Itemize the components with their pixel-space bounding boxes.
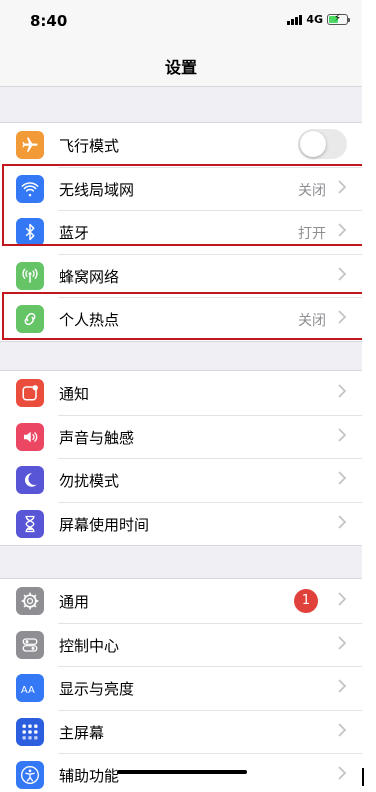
settings-group-connectivity: 飞行模式 无线局域网 关闭 蓝牙 打开 蜂窝网络 个人热点 关闭 <box>0 122 362 342</box>
home-screen-icon <box>16 717 44 746</box>
sound-icon <box>16 422 44 451</box>
accessibility-icon <box>16 761 44 789</box>
settings-group-general: 通用 1 控制中心 AA 显示与亮度 主屏幕 辅助功能 <box>0 578 362 792</box>
row-value: 关闭 <box>298 313 326 329</box>
chevron-right-icon <box>338 223 346 237</box>
cursor-mark <box>362 768 364 786</box>
settings-screen: 8:40 4G ⚡ 设置 飞行模式 无线局域网 关闭 蓝牙 打开 蜂窝网络 个人… <box>0 0 362 792</box>
row-label: 屏幕使用时间 <box>59 515 150 534</box>
hotspot-icon <box>16 305 44 333</box>
wifi-icon <box>16 174 44 203</box>
signal-strength-icon <box>287 14 303 25</box>
home-indicator[interactable] <box>117 770 247 774</box>
row-label: 通用 <box>59 593 90 611</box>
page-title: 设置 <box>164 58 197 77</box>
settings-row-display-brightness[interactable]: AA 显示与亮度 <box>0 666 362 710</box>
settings-row-do-not-disturb[interactable]: 勿扰模式 <box>0 458 362 502</box>
row-label: 个人热点 <box>59 311 120 329</box>
hourglass-icon <box>16 509 44 538</box>
airplane-mode-toggle[interactable] <box>298 129 347 159</box>
notifications-icon <box>16 379 44 407</box>
row-label: 显示与亮度 <box>59 680 135 698</box>
row-label: 通知 <box>59 385 90 403</box>
row-label: 无线局域网 <box>59 180 135 199</box>
row-label: 飞行模式 <box>59 137 120 155</box>
chevron-right-icon <box>338 384 346 398</box>
status-indicators: 4G ⚡ <box>287 13 350 26</box>
chevron-right-icon <box>338 266 346 281</box>
bluetooth-icon <box>16 218 44 246</box>
row-label: 蓝牙 <box>59 224 90 242</box>
svg-text:AA: AA <box>21 685 35 696</box>
chevron-right-icon <box>338 722 346 737</box>
update-badge: 1 <box>294 589 318 613</box>
row-label: 声音与触感 <box>59 428 135 447</box>
settings-row-general[interactable]: 通用 1 <box>0 579 362 623</box>
network-type: 4G <box>306 13 323 26</box>
navigation-bar: 设置 <box>0 44 362 87</box>
display-icon: AA <box>16 674 44 702</box>
toggle-knob <box>300 131 326 157</box>
chevron-right-icon <box>338 179 346 194</box>
settings-group-notifications: 通知 声音与触感 勿扰模式 屏幕使用时间 <box>0 370 362 546</box>
settings-row-sounds-haptics[interactable]: 声音与触感 <box>0 414 362 459</box>
settings-row-cellular[interactable]: 蜂窝网络 <box>0 253 362 298</box>
row-label: 勿扰模式 <box>59 472 120 490</box>
row-value: 打开 <box>298 226 326 242</box>
chevron-right-icon <box>338 679 346 693</box>
status-time: 8:40 <box>30 12 68 30</box>
row-label: 控制中心 <box>59 636 120 655</box>
chevron-right-icon <box>338 514 346 529</box>
settings-row-bluetooth[interactable]: 蓝牙 打开 <box>0 210 362 254</box>
moon-icon <box>16 466 44 494</box>
row-value: 关闭 <box>298 182 326 199</box>
chevron-right-icon <box>338 427 346 442</box>
row-label: 主屏幕 <box>59 723 105 742</box>
row-label: 辅助功能 <box>59 767 120 785</box>
airplane-icon <box>16 131 44 159</box>
settings-row-personal-hotspot[interactable]: 个人热点 关闭 <box>0 297 362 341</box>
settings-row-home-screen[interactable]: 主屏幕 <box>0 709 362 754</box>
gear-icon <box>16 587 44 615</box>
cellular-icon <box>16 261 44 290</box>
row-label: 蜂窝网络 <box>59 267 120 286</box>
chevron-right-icon <box>338 592 346 606</box>
chevron-right-icon <box>338 766 346 780</box>
settings-row-control-center[interactable]: 控制中心 <box>0 622 362 667</box>
settings-row-screen-time[interactable]: 屏幕使用时间 <box>0 501 362 546</box>
status-bar: 8:40 4G ⚡ <box>0 0 362 44</box>
battery-icon: ⚡ <box>327 13 350 25</box>
settings-row-wlan[interactable]: 无线局域网 关闭 <box>0 166 362 211</box>
toggles-icon <box>16 630 44 659</box>
settings-row-notifications[interactable]: 通知 <box>0 371 362 415</box>
chevron-right-icon <box>338 635 346 650</box>
chevron-right-icon <box>338 310 346 324</box>
settings-row-airplane-mode[interactable]: 飞行模式 <box>0 123 362 167</box>
chevron-right-icon <box>338 471 346 485</box>
